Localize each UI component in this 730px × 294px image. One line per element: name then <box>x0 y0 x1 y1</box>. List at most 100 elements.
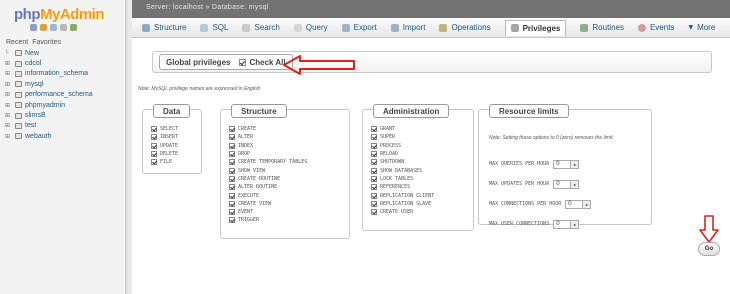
go-button[interactable]: Go <box>698 242 720 256</box>
expand-icon[interactable]: ⊞ <box>5 70 15 77</box>
check-all-checkbox[interactable]: Check All <box>239 58 286 67</box>
tab-privileges[interactable]: Privileges <box>504 19 567 36</box>
checkbox-checked-icon[interactable] <box>229 159 235 166</box>
database-item[interactable]: ⊞ test <box>5 121 93 131</box>
spinner-icon[interactable]: ◆ <box>583 199 592 209</box>
privilege-checkbox[interactable]: SHUTDOWN <box>371 158 434 166</box>
checkbox-checked-icon[interactable] <box>371 209 377 216</box>
expand-icon[interactable]: ⊞ <box>5 122 15 129</box>
privilege-checkbox[interactable]: SUPER <box>371 133 434 141</box>
privilege-checkbox[interactable]: INDEX <box>229 142 307 150</box>
docs-icon[interactable] <box>60 24 67 31</box>
privilege-checkbox[interactable]: GRANT <box>371 125 434 133</box>
checkbox-checked-icon[interactable] <box>151 142 157 149</box>
checkbox-checked-icon[interactable] <box>239 58 247 66</box>
checkbox-checked-icon[interactable] <box>371 167 377 174</box>
database-item[interactable]: ⊞ performance_schema <box>5 90 93 100</box>
database-item[interactable]: ⊞ mysql <box>5 79 93 89</box>
privilege-checkbox[interactable]: ALTER <box>229 133 307 141</box>
tab-sql[interactable]: SQL <box>200 23 228 32</box>
checkbox-checked-icon[interactable] <box>371 159 377 166</box>
privilege-checkbox[interactable]: DROP <box>229 150 307 158</box>
checkbox-checked-icon[interactable] <box>229 209 235 216</box>
phpmyadmin-logo[interactable]: phpMyAdmin <box>14 6 105 23</box>
expand-icon[interactable]: ⊞ <box>5 60 15 67</box>
privilege-checkbox[interactable]: RELOAD <box>371 150 434 158</box>
favorites-tab[interactable]: Favorites <box>32 39 61 46</box>
checkbox-checked-icon[interactable] <box>229 167 235 174</box>
privilege-checkbox[interactable]: CREATE <box>229 125 307 133</box>
checkbox-checked-icon[interactable] <box>229 126 235 133</box>
privilege-checkbox[interactable]: FILE <box>151 158 178 166</box>
limit-input[interactable]: 0 <box>553 179 572 189</box>
tab-routines[interactable]: Routines <box>580 23 624 32</box>
privilege-checkbox[interactable]: REPLICATION CLIENT <box>371 191 434 199</box>
tab-structure[interactable]: Structure <box>142 23 186 32</box>
database-item[interactable]: ⊞ webauth <box>5 131 93 141</box>
database-item[interactable]: ⊞ slimsB <box>5 110 93 120</box>
tab-more[interactable]: ▼ More <box>688 23 715 32</box>
expand-icon[interactable]: ⊞ <box>5 102 15 109</box>
settings-icon[interactable] <box>70 24 77 31</box>
tab-search[interactable]: Search <box>242 23 280 32</box>
checkbox-checked-icon[interactable] <box>151 126 157 133</box>
privilege-checkbox[interactable]: SHOW DATABASES <box>371 166 434 174</box>
limit-input[interactable]: 0 <box>565 199 584 209</box>
expand-icon[interactable]: ⊞ <box>5 133 15 140</box>
checkbox-checked-icon[interactable] <box>151 134 157 141</box>
breadcrumb[interactable]: Server: localhost » Database: mysql <box>146 4 269 11</box>
tab-events[interactable]: Events <box>637 23 674 32</box>
privilege-checkbox[interactable]: REPLICATION SLAVE <box>371 200 434 208</box>
help-icon[interactable] <box>50 24 57 31</box>
privilege-checkbox[interactable]: INSERT <box>151 133 178 141</box>
privilege-checkbox[interactable]: CREATE TEMPORARY TABLES <box>229 158 307 166</box>
spinner-icon[interactable]: ◆ <box>571 159 580 169</box>
logout-icon[interactable] <box>40 24 47 31</box>
privilege-checkbox[interactable]: CREATE USER <box>371 208 434 216</box>
checkbox-checked-icon[interactable] <box>371 126 377 133</box>
privilege-checkbox[interactable]: CREATE VIEW <box>229 200 307 208</box>
checkbox-checked-icon[interactable] <box>229 142 235 149</box>
database-item[interactable]: ⊞ information_schema <box>5 69 93 79</box>
spinner-icon[interactable]: ◆ <box>571 179 580 189</box>
privilege-checkbox[interactable]: SHOW VIEW <box>229 166 307 174</box>
tab-query[interactable]: Query <box>293 23 328 32</box>
checkbox-checked-icon[interactable] <box>371 142 377 149</box>
privilege-checkbox[interactable]: CREATE ROUTINE <box>229 175 307 183</box>
limit-input[interactable]: 0 <box>553 159 572 169</box>
checkbox-checked-icon[interactable] <box>229 184 235 191</box>
spinner-icon[interactable]: ◆ <box>571 219 580 229</box>
checkbox-checked-icon[interactable] <box>371 192 377 199</box>
checkbox-checked-icon[interactable] <box>371 134 377 141</box>
privilege-checkbox[interactable]: LOCK TABLES <box>371 175 434 183</box>
checkbox-checked-icon[interactable] <box>151 159 157 166</box>
expand-icon[interactable]: ⊞ <box>5 81 15 88</box>
privilege-checkbox[interactable]: TRIGGER <box>229 216 307 224</box>
checkbox-checked-icon[interactable] <box>229 151 235 158</box>
checkbox-checked-icon[interactable] <box>371 151 377 158</box>
limit-input[interactable]: 0 <box>553 219 572 229</box>
privilege-checkbox[interactable]: PROCESS <box>371 142 434 150</box>
checkbox-checked-icon[interactable] <box>229 192 235 199</box>
checkbox-checked-icon[interactable] <box>229 217 235 224</box>
expand-icon[interactable]: ⊞ <box>5 91 15 98</box>
expand-icon[interactable]: ⊞ <box>5 112 15 119</box>
privilege-checkbox[interactable]: DELETE <box>151 150 178 158</box>
home-icon[interactable] <box>30 24 37 31</box>
checkbox-checked-icon[interactable] <box>229 175 235 182</box>
privilege-checkbox[interactable]: EXECUTE <box>229 191 307 199</box>
tab-operations[interactable]: Operations <box>439 23 491 32</box>
privilege-checkbox[interactable]: UPDATE <box>151 142 178 150</box>
new-database-item[interactable]: └ New <box>5 48 93 58</box>
checkbox-checked-icon[interactable] <box>229 200 235 207</box>
checkbox-checked-icon[interactable] <box>371 200 377 207</box>
tab-import[interactable]: Import <box>390 23 425 32</box>
privilege-checkbox[interactable]: SELECT <box>151 125 178 133</box>
checkbox-checked-icon[interactable] <box>151 151 157 158</box>
checkbox-checked-icon[interactable] <box>371 184 377 191</box>
database-item[interactable]: ⊞ phpmyadmin <box>5 100 93 110</box>
database-item[interactable]: ⊞ cdcol <box>5 58 93 68</box>
tab-export[interactable]: Export <box>341 23 377 32</box>
privilege-checkbox[interactable]: ALTER ROUTINE <box>229 183 307 191</box>
privilege-checkbox[interactable]: EVENT <box>229 208 307 216</box>
